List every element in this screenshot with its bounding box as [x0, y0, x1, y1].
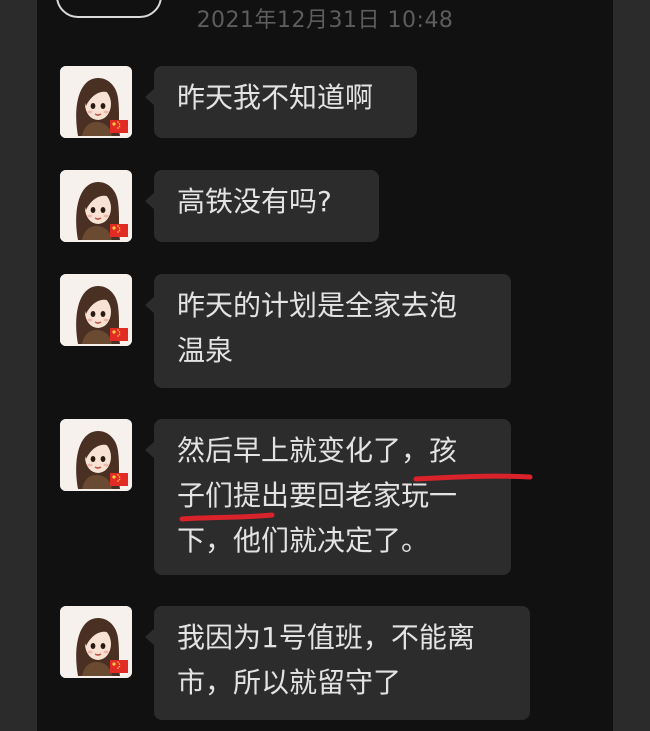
chat-screen: 2021年12月31日 10:48 昨天我不知道啊 高铁没有吗? 昨天的计划是全… [0, 0, 650, 731]
cartoon-girl-avatar-icon [60, 419, 132, 491]
avatar[interactable] [60, 419, 132, 491]
avatar[interactable] [60, 606, 132, 678]
avatar[interactable] [60, 66, 132, 138]
flag-badge-icon [110, 120, 128, 133]
message-bubble[interactable]: 昨天的计划是全家去泡 温泉 [145, 274, 511, 388]
message-text: 昨天我不知道啊 [177, 81, 374, 114]
flag-badge-icon [110, 473, 128, 486]
message-bubble[interactable]: 我因为1号值班，不能离 市，所以就留守了 [145, 606, 530, 720]
message-bubble[interactable]: 然后早上就变化了，孩 子们提出要回老家玩一 下，他们就决定了。 [145, 419, 533, 575]
message-bubble[interactable]: 高铁没有吗? [145, 170, 379, 242]
cartoon-girl-avatar-icon [60, 606, 132, 678]
message-text: 温泉 [177, 334, 234, 367]
message-text: 下，他们就决定了。 [177, 524, 430, 557]
avatar[interactable] [60, 274, 132, 346]
cartoon-girl-avatar-icon [60, 170, 132, 242]
cartoon-girl-avatar-icon [60, 274, 132, 346]
message-text: 高铁没有吗? [177, 185, 332, 218]
flag-badge-icon [110, 328, 128, 341]
message-bubble[interactable]: 昨天我不知道啊 [145, 66, 417, 138]
flag-badge-icon [110, 660, 128, 673]
message-text: 市，所以就留守了 [177, 666, 402, 699]
avatar[interactable] [60, 170, 132, 242]
cartoon-girl-avatar-icon [60, 66, 132, 138]
message-text: 我因为1号值班，不能离 [177, 621, 475, 654]
message-text: 子们提出要回老家玩一 [177, 479, 458, 512]
message-timestamp: 2021年12月31日 10:48 [196, 8, 454, 33]
message-text: 然后早上就变化了，孩 [177, 434, 458, 467]
message-text: 昨天的计划是全家去泡 [177, 289, 458, 322]
flag-badge-icon [110, 224, 128, 237]
